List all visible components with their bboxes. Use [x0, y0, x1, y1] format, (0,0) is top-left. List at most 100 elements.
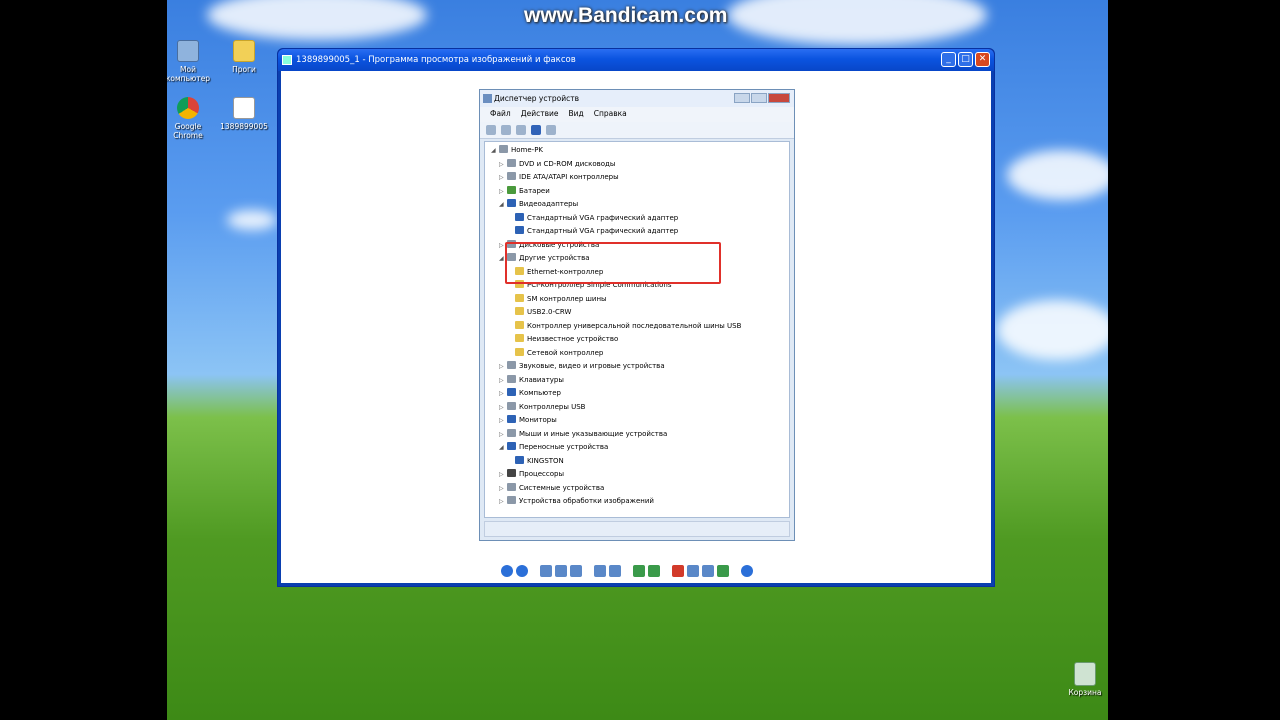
rotate-clockwise-icon[interactable]	[633, 565, 645, 577]
tree-item[interactable]: ▷ Устройства обработки изображений	[499, 495, 654, 507]
device-manager-screenshot: Диспетчер устройств Файл Действие Вид Сп…	[479, 89, 795, 541]
back-icon	[486, 125, 496, 135]
cloud	[727, 0, 987, 45]
device-manager-title-bar: Диспетчер устройств	[480, 90, 794, 107]
tree-item[interactable]: USB2.0-CRW	[507, 306, 571, 318]
tree-item[interactable]: ▷ Контроллеры USB	[499, 401, 585, 413]
menu-help: Справка	[593, 109, 627, 118]
tree-item[interactable]: ▷ Батареи	[499, 185, 550, 197]
device-icon	[515, 347, 524, 356]
device-icon	[507, 496, 516, 504]
tree-item[interactable]: Стандартный VGA графический адаптер	[507, 212, 678, 224]
tree-item-label: Стандартный VGA графический адаптер	[527, 227, 679, 235]
collapsed-arrow-icon[interactable]: ▷	[499, 375, 507, 387]
rotate-counterclockwise-icon[interactable]	[648, 565, 660, 577]
tree-item-label: Системные устройства	[519, 483, 605, 492]
viewer-app-icon	[282, 55, 292, 65]
tree-item-label: Процессоры	[519, 470, 565, 478]
device-icon	[515, 226, 524, 234]
tree-item[interactable]: ▷ Компьютер	[499, 387, 561, 399]
zoom-out-icon[interactable]	[609, 565, 621, 577]
tree-item[interactable]: ▷ Мыши и иные указывающие устройства	[499, 428, 667, 440]
actual-size-icon[interactable]	[555, 565, 567, 577]
dm-minimize-icon	[734, 93, 750, 103]
tree-item-label: SM контроллер шины	[527, 294, 607, 303]
collapsed-arrow-icon[interactable]: ▷	[499, 402, 507, 414]
expanded-arrow-icon[interactable]: ◢	[499, 199, 507, 211]
device-icon	[507, 388, 516, 396]
device-icon	[507, 428, 516, 437]
tree-item[interactable]: ▷ Мониторы	[499, 414, 557, 426]
tree-item-label: Неизвестное устройство	[527, 335, 619, 343]
expanded-arrow-icon[interactable]: ◢	[491, 145, 499, 157]
tree-item-label: USB2.0-CRW	[527, 308, 572, 316]
tree-item[interactable]: Контроллер универсальной последовательно…	[507, 320, 741, 332]
device-manager-status-bar	[484, 521, 790, 537]
tree-item[interactable]: ▷ Системные устройства	[499, 482, 604, 494]
tree-item[interactable]: Неизвестное устройство	[507, 333, 618, 345]
tree-item[interactable]: SM контроллер шины	[507, 293, 607, 305]
collapsed-arrow-icon[interactable]: ▷	[499, 361, 507, 373]
device-icon	[507, 469, 516, 477]
minimize-button[interactable]: _	[941, 52, 956, 67]
desktop-icon-chrome[interactable]: Google Chrome	[167, 97, 213, 140]
cloud	[207, 0, 427, 40]
tree-item[interactable]: ◢ Переносные устройства	[499, 441, 608, 453]
next-image-icon[interactable]	[516, 565, 528, 577]
save-icon[interactable]	[702, 565, 714, 577]
desktop: www.Bandicam.com Мой компьютер Проги Goo…	[167, 0, 1108, 720]
tree-item[interactable]: ▷ IDE ATA/ATAPI контроллеры	[499, 171, 619, 183]
previous-image-icon[interactable]	[501, 565, 513, 577]
print-icon[interactable]	[687, 565, 699, 577]
device-icon	[507, 172, 516, 180]
tree-item-label: Видеоадаптеры	[519, 200, 579, 208]
tree-item[interactable]: Стандартный VGA графический адаптер	[507, 225, 678, 237]
device-icon	[507, 361, 516, 369]
close-button[interactable]: ✕	[975, 52, 990, 67]
collapsed-arrow-icon[interactable]: ▷	[499, 496, 507, 508]
tree-item-label: Батареи	[519, 186, 550, 195]
zoom-in-icon[interactable]	[594, 565, 606, 577]
desktop-icon-recycle-bin[interactable]: Корзина	[1065, 662, 1105, 697]
menu-view: Вид	[568, 109, 584, 118]
collapsed-arrow-icon[interactable]: ▷	[499, 483, 507, 495]
maximize-button[interactable]: □	[958, 52, 973, 67]
tree-item[interactable]: ▷ Клавиатуры	[499, 374, 564, 386]
tree-item-label: Устройства обработки изображений	[519, 497, 654, 505]
collapsed-arrow-icon[interactable]: ▷	[499, 388, 507, 400]
collapsed-arrow-icon[interactable]: ▷	[499, 172, 507, 184]
desktop-icon-folder[interactable]: Проги	[219, 40, 269, 74]
collapsed-arrow-icon[interactable]: ▷	[499, 159, 507, 171]
delete-icon[interactable]	[672, 565, 684, 577]
desktop-icon-my-computer[interactable]: Мой компьютер	[167, 40, 213, 83]
device-manager-title: Диспетчер устройств	[494, 94, 580, 103]
tree-item[interactable]: ▷ DVD и CD-ROM дисководы	[499, 158, 615, 170]
collapsed-arrow-icon[interactable]: ▷	[499, 469, 507, 481]
best-fit-icon[interactable]	[540, 565, 552, 577]
viewer-title-text: 1389899005_1 - Программа просмотра изобр…	[296, 55, 576, 65]
device-icon	[507, 158, 516, 167]
tree-item[interactable]: ▷ Звуковые, видео и игровые устройства	[499, 360, 665, 372]
tree-item-label: KINGSTON	[527, 456, 564, 465]
edit-icon[interactable]	[717, 565, 729, 577]
tree-item[interactable]: ◢ Home-PK	[491, 144, 543, 156]
viewer-canvas: Диспетчер устройств Файл Действие Вид Сп…	[281, 71, 991, 583]
help-icon[interactable]	[741, 565, 753, 577]
tree-item[interactable]: KINGSTON	[507, 455, 564, 467]
collapsed-arrow-icon[interactable]: ▷	[499, 429, 507, 441]
tree-item[interactable]: Сетевой контроллер	[507, 347, 603, 359]
slideshow-icon[interactable]	[570, 565, 582, 577]
collapsed-arrow-icon[interactable]: ▷	[499, 415, 507, 427]
expanded-arrow-icon[interactable]: ◢	[499, 442, 507, 454]
collapsed-arrow-icon[interactable]: ▷	[499, 186, 507, 198]
dm-close-icon	[768, 93, 790, 103]
tree-item[interactable]: ◢ Видеоадаптеры	[499, 198, 578, 210]
menu-file: Файл	[490, 109, 511, 118]
device-icon	[507, 442, 516, 450]
tree-item[interactable]: ▷ Процессоры	[499, 468, 564, 480]
device-icon	[507, 374, 516, 383]
tree-item-label: Стандартный VGA графический адаптер	[527, 213, 679, 222]
viewer-title-bar[interactable]: 1389899005_1 - Программа просмотра изобр…	[278, 49, 994, 71]
tree-item-label: Переносные устройства	[519, 443, 609, 451]
desktop-icon-image-file[interactable]: 1389899005	[219, 97, 269, 131]
